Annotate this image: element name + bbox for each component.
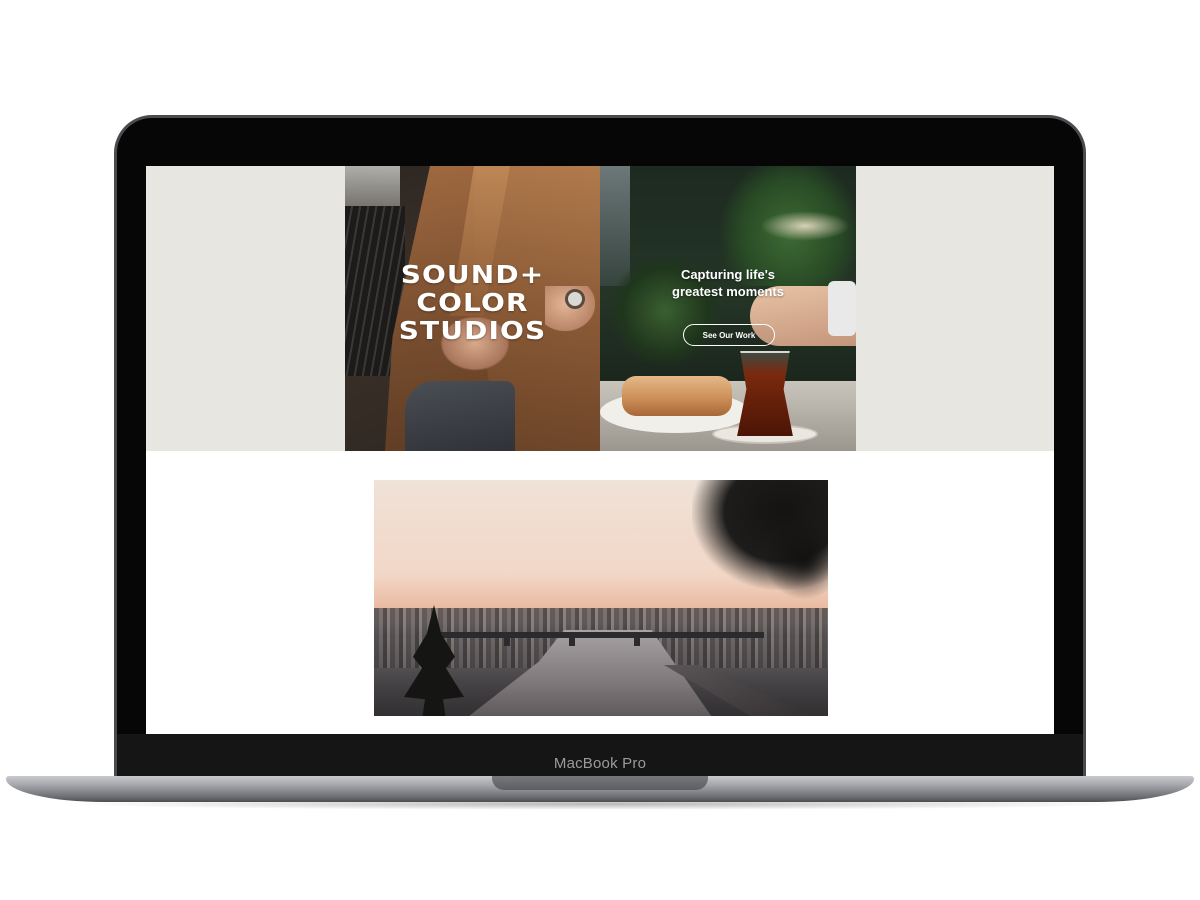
laptop-lid-notch	[492, 776, 708, 790]
studio-logo[interactable]: SOUND+ COLOR STUDIOS	[330, 261, 616, 345]
mockup-stage: MacBook Pro SOUND+ COLOR STUDIOS Capturi…	[0, 0, 1200, 900]
photo-pastry	[622, 376, 732, 416]
photo-window-detail	[345, 166, 400, 206]
laptop-screen: SOUND+ COLOR STUDIOS Capturing life's gr…	[146, 166, 1054, 734]
photo-bridge	[434, 632, 764, 638]
tagline-line-1: Capturing life's	[680, 267, 776, 282]
photo-jeans	[405, 381, 515, 451]
gallery-image-city[interactable]	[374, 480, 828, 716]
photo-bridge-pillar	[569, 632, 575, 646]
logo-line-1: SOUND+	[400, 260, 545, 289]
photo-bridge-pillar	[504, 632, 510, 646]
laptop-model-label: MacBook Pro	[553, 755, 647, 772]
see-our-work-button[interactable]: See Our Work	[683, 324, 775, 346]
logo-line-2: COLOR	[416, 288, 529, 317]
tagline-line-2: greatest moments	[672, 284, 784, 299]
logo-line-3: STUDIOS	[398, 316, 547, 345]
hero-tagline: Capturing life's greatest moments	[600, 266, 856, 300]
photo-pine-branches-lower	[764, 520, 828, 600]
photo-bridge-pillar	[634, 632, 640, 646]
photo-light-glare	[760, 211, 850, 241]
hero-image-right	[600, 166, 856, 451]
